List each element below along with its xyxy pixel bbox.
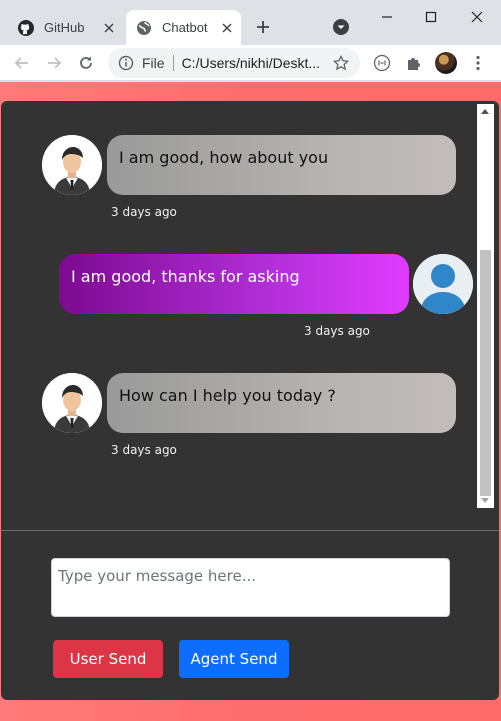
- more-menu-icon[interactable]: [468, 53, 488, 73]
- tab-title: Chatbot: [162, 20, 208, 35]
- agent-send-button[interactable]: Agent Send: [179, 640, 289, 678]
- user-message-bubble: I am good, thanks for asking: [59, 254, 409, 314]
- window-close-icon[interactable]: [466, 6, 488, 28]
- tab-title: GitHub: [44, 20, 85, 35]
- maximize-icon[interactable]: [420, 6, 442, 28]
- chat-card: I am good, how about you 3 days ago I am…: [1, 101, 499, 700]
- close-icon[interactable]: [101, 20, 117, 36]
- address-scheme: File: [142, 55, 165, 71]
- message-timestamp: 3 days ago: [111, 443, 177, 457]
- back-arrow-icon[interactable]: [10, 51, 34, 75]
- composer-divider: [1, 530, 499, 531]
- tab-chatbot[interactable]: Chatbot: [126, 10, 241, 45]
- reload-icon[interactable]: [74, 51, 98, 75]
- globe-icon: [136, 20, 152, 36]
- agent-message-bubble: I am good, how about you: [107, 135, 456, 195]
- chat-log[interactable]: I am good, how about you 3 days ago I am…: [1, 101, 499, 530]
- browser-tabstrip: GitHub Chatbot: [0, 0, 501, 45]
- profile-avatar[interactable]: [435, 52, 457, 74]
- tab-search-icon[interactable]: [332, 18, 350, 36]
- scroll-up-arrow-icon[interactable]: [481, 109, 489, 114]
- agent-message-bubble: How can I help you today ?: [107, 373, 456, 433]
- user-avatar: [413, 254, 473, 314]
- bookmark-star-icon[interactable]: [332, 54, 350, 72]
- message-timestamp: 3 days ago: [304, 324, 370, 338]
- agent-avatar: [42, 373, 102, 433]
- minimize-icon[interactable]: [376, 6, 398, 28]
- close-icon[interactable]: [219, 20, 235, 36]
- scrollbar-thumb[interactable]: [480, 250, 491, 496]
- browser-toolbar: File C:/Users/nikhi/Deskt...: [0, 45, 501, 81]
- message-input[interactable]: [51, 558, 450, 617]
- chat-scrollbar[interactable]: [477, 104, 494, 508]
- tab-github[interactable]: GitHub: [8, 10, 123, 45]
- agent-avatar: [42, 135, 102, 195]
- user-send-button[interactable]: User Send: [53, 640, 163, 678]
- forward-arrow-icon[interactable]: [42, 51, 66, 75]
- address-bar[interactable]: File C:/Users/nikhi/Deskt...: [108, 48, 360, 78]
- extensions-puzzle-icon[interactable]: [404, 53, 424, 73]
- new-tab-plus-icon[interactable]: [252, 16, 274, 38]
- info-icon[interactable]: [118, 55, 134, 71]
- scroll-down-arrow-icon[interactable]: [481, 498, 489, 503]
- address-url[interactable]: C:/Users/nikhi/Deskt...: [182, 55, 324, 71]
- message-timestamp: 3 days ago: [111, 205, 177, 219]
- reader-mode-icon[interactable]: [372, 53, 392, 73]
- address-separator: [172, 55, 174, 71]
- github-icon: [18, 19, 34, 36]
- page-background: I am good, how about you 3 days ago I am…: [0, 82, 501, 721]
